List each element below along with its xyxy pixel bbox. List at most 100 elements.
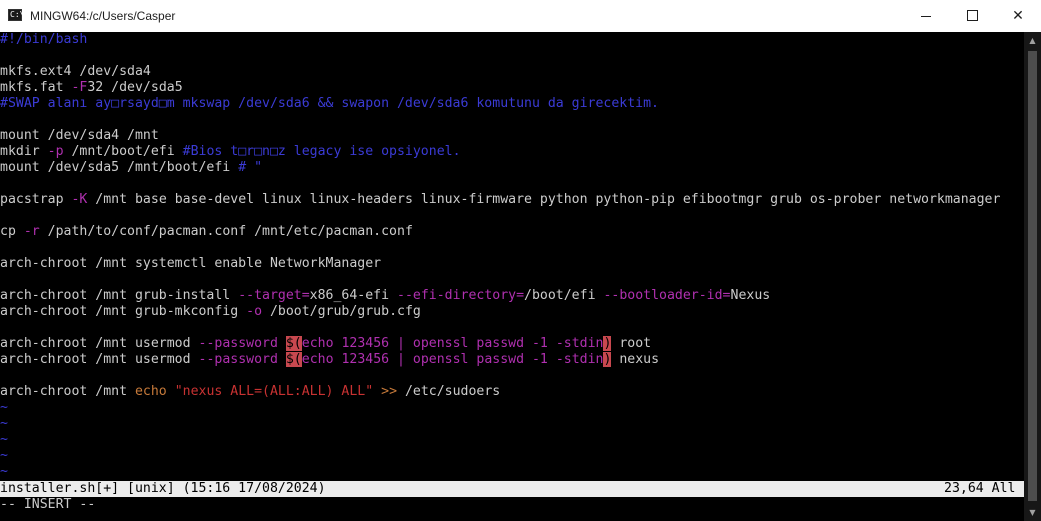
code-token: arch-chroot /mnt grub-mkconfig: [0, 304, 247, 319]
terminal-window: C:\ MINGW64:/c/Users/Casper ✕ #!/bin/bas…: [0, 0, 1041, 521]
code-line[interactable]: mkfs.ext4 /dev/sda4: [0, 64, 1024, 80]
code-line[interactable]: mount /dev/sda5 /mnt/boot/efi # ": [0, 160, 1024, 176]
code-line[interactable]: mkdir -p /mnt/boot/efi #Bios t□r□n□z leg…: [0, 144, 1024, 160]
scroll-up-arrow-icon[interactable]: ▲: [1024, 32, 1041, 49]
code-line[interactable]: arch-chroot /mnt usermod --password $(ec…: [0, 352, 1024, 368]
code-token: Nexus: [730, 288, 771, 303]
code-token: $(: [285, 352, 302, 367]
code-token: ~: [0, 448, 8, 463]
code-token: root: [611, 336, 652, 351]
code-token: #SWAP alanı ay□rsayd□m mkswap /dev/sda6 …: [0, 96, 659, 111]
code-line[interactable]: [0, 176, 1024, 192]
code-token: ~: [0, 416, 8, 431]
close-button[interactable]: ✕: [995, 0, 1041, 32]
code-line[interactable]: #SWAP alanı ay□rsayd□m mkswap /dev/sda6 …: [0, 96, 1024, 112]
code-token: --efi-directory=: [397, 288, 525, 303]
code-line[interactable]: mount /dev/sda4 /mnt: [0, 128, 1024, 144]
empty-buffer-line-marker[interactable]: ~: [0, 416, 1024, 432]
code-token: ~: [0, 464, 8, 479]
vim-editor-buffer[interactable]: #!/bin/bash mkfs.ext4 /dev/sda4 mkfs.fat -…: [0, 32, 1024, 521]
code-line[interactable]: [0, 240, 1024, 256]
code-token: pacstrap: [0, 192, 72, 207]
code-token: $(: [285, 336, 302, 351]
code-token: --password: [198, 352, 278, 367]
code-line[interactable]: [0, 368, 1024, 384]
code-token: mount /dev/sda4 /mnt: [0, 128, 159, 143]
scrollbar-thumb[interactable]: [1028, 51, 1037, 501]
code-token: ~: [0, 400, 8, 415]
scroll-down-arrow-icon[interactable]: ▼: [1024, 504, 1041, 521]
code-line[interactable]: #!/bin/bash: [0, 32, 1024, 48]
code-token: mkdir: [0, 144, 48, 159]
code-token: arch-chroot /mnt usermod: [0, 352, 199, 367]
code-line[interactable]: cp -r /path/to/conf/pacman.conf /mnt/etc…: [0, 224, 1024, 240]
window-title: MINGW64:/c/Users/Casper: [30, 9, 176, 23]
code-line[interactable]: arch-chroot /mnt grub-mkconfig -o /boot/…: [0, 304, 1024, 320]
code-token: arch-chroot /mnt grub-install: [0, 288, 239, 303]
code-token: "nexus ALL=(ALL:ALL) ALL": [174, 384, 374, 399]
code-token: arch-chroot /mnt usermod: [0, 336, 199, 351]
code-token: arch-chroot /mnt systemctl enable Networ…: [0, 256, 382, 271]
code-token: --bootloader-id=: [603, 288, 731, 303]
empty-buffer-line-marker[interactable]: ~: [0, 400, 1024, 416]
vertical-scrollbar[interactable]: ▲ ▼: [1024, 32, 1041, 521]
code-token: /boot/grub/grub.cfg: [262, 304, 421, 319]
code-token: /path/to/conf/pacman.conf /mnt/etc/pacma…: [39, 224, 413, 239]
code-token: mkfs.ext4 /dev/sda4: [0, 64, 151, 79]
maximize-icon: [966, 9, 978, 21]
maximize-button[interactable]: [949, 0, 995, 32]
code-token: >>: [381, 384, 398, 399]
code-line[interactable]: [0, 112, 1024, 128]
code-token: --password: [198, 336, 278, 351]
code-line[interactable]: arch-chroot /mnt usermod --password $(ec…: [0, 336, 1024, 352]
code-line[interactable]: [0, 320, 1024, 336]
code-token: mount /dev/sda5 /mnt/boot/efi: [0, 160, 239, 175]
code-token: 32 /dev/sda5: [87, 80, 183, 95]
code-line[interactable]: pacstrap -K /mnt base base-devel linux l…: [0, 192, 1024, 208]
code-token: /boot/efi: [524, 288, 604, 303]
code-line[interactable]: [0, 272, 1024, 288]
code-token: -o: [246, 304, 263, 319]
code-token: nexus: [611, 352, 660, 367]
code-line[interactable]: [0, 208, 1024, 224]
code-token: echo: [134, 384, 175, 399]
code-line[interactable]: arch-chroot /mnt echo "nexus ALL=(ALL:AL…: [0, 384, 1024, 400]
close-icon: ✕: [1012, 8, 1024, 24]
code-token: arch-chroot /mnt: [0, 384, 135, 399]
code-token: /mnt/boot/efi: [63, 144, 183, 159]
code-token: cp: [0, 224, 24, 239]
code-token: # ": [238, 160, 263, 175]
code-token: ~: [0, 432, 8, 447]
code-token: echo 123456 | openssl passwd -1 -stdin: [301, 336, 604, 351]
code-token: x86_64-efi: [309, 288, 397, 303]
vim-mode-indicator: -- INSERT --: [0, 497, 96, 512]
code-line[interactable]: arch-chroot /mnt grub-install --target=x…: [0, 288, 1024, 304]
code-line[interactable]: arch-chroot /mnt systemctl enable Networ…: [0, 256, 1024, 272]
code-token: echo 123456 | openssl passwd -1 -stdin: [301, 352, 604, 367]
code-token: -p: [47, 144, 64, 159]
code-token: mkfs.fat: [0, 80, 72, 95]
code-line[interactable]: [0, 48, 1024, 64]
code-token: -F: [71, 80, 88, 95]
code-token: /mnt base base-devel linux linux-headers…: [87, 192, 1001, 207]
vim-status-line: installer.sh[+] [unix] (15:16 17/08/2024…: [0, 481, 1024, 497]
status-file-info: installer.sh[+] [unix] (15:16 17/08/2024…: [0, 481, 326, 496]
minimize-icon: [921, 15, 931, 17]
console-app-icon: C:\: [8, 9, 25, 21]
minimize-button[interactable]: [903, 0, 949, 32]
empty-buffer-line-marker[interactable]: ~: [0, 464, 1024, 480]
title-bar[interactable]: C:\ MINGW64:/c/Users/Casper ✕: [0, 0, 1041, 32]
code-token: --target=: [238, 288, 310, 303]
empty-buffer-line-marker[interactable]: ~: [0, 448, 1024, 464]
code-token: #!/bin/bash: [0, 32, 88, 47]
empty-buffer-line-marker[interactable]: ~: [0, 432, 1024, 448]
code-token: -K: [71, 192, 88, 207]
code-line[interactable]: mkfs.fat -F32 /dev/sda5: [0, 80, 1024, 96]
code-token: -r: [23, 224, 40, 239]
code-token: /etc/sudoers: [397, 384, 501, 399]
status-cursor-position: 23,64 All: [944, 481, 1016, 496]
code-token: #Bios t□r□n□z legacy ise opsiyonel.: [182, 144, 461, 159]
